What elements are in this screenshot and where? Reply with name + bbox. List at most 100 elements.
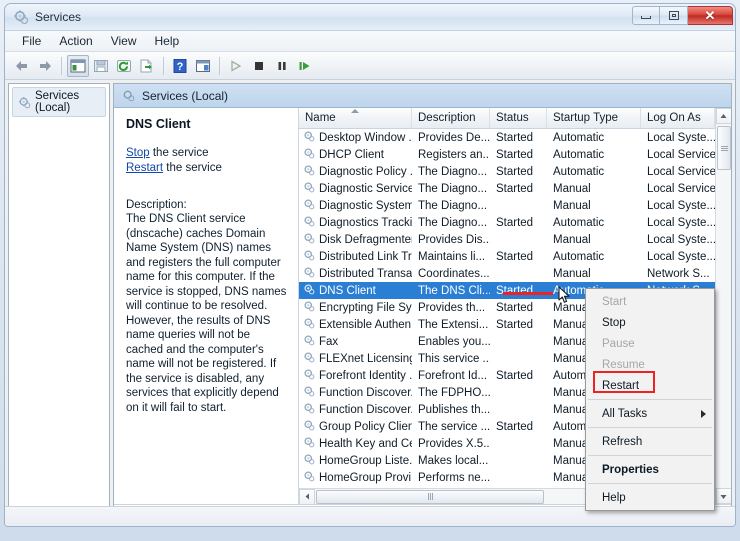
cell-text: Diagnostic System...: [319, 199, 412, 212]
menu-bar: File Action View Help: [5, 31, 735, 52]
cell-service-startup-type: Automatic: [553, 131, 605, 144]
context-menu-item-refresh[interactable]: Refresh: [586, 431, 714, 452]
context-menu-item-label: Refresh: [602, 435, 643, 448]
cell-text: Health Key and Ce...: [319, 437, 412, 450]
menu-view[interactable]: View: [102, 32, 146, 50]
cell-service-description: Enables you...: [418, 335, 490, 348]
cell-text: Distributed Transa...: [319, 267, 412, 280]
minimize-button[interactable]: [632, 6, 660, 25]
context-menu-item-stop[interactable]: Stop: [586, 312, 714, 333]
refresh-icon[interactable]: [113, 55, 135, 77]
cell-text: HomeGroup Liste...: [319, 454, 412, 467]
close-icon: ✕: [704, 8, 716, 23]
cell-text: Distributed Link Tr...: [319, 250, 412, 263]
tree-node-services-local[interactable]: Services (Local): [12, 87, 106, 117]
service-gear-icon: [303, 402, 315, 417]
cell-service-description: The service ...: [418, 420, 490, 433]
cell-text: Desktop Window ...: [319, 131, 412, 144]
stop-service-icon[interactable]: [248, 55, 270, 77]
cell-service-description: Publishes th...: [418, 403, 490, 416]
show-hide-tree-icon[interactable]: [67, 54, 89, 77]
vertical-scroll-thumb[interactable]: [717, 126, 731, 170]
cell-service-name: Distributed Link Tr...: [299, 249, 412, 264]
cell-service-description: Provides Dis...: [418, 233, 490, 246]
table-row[interactable]: Desktop Window ... Provides De... Started A…: [299, 129, 715, 146]
cell-text: Function Discover...: [319, 386, 412, 399]
stop-service-link[interactable]: Stop: [126, 147, 150, 159]
cell-service-startup-type: Automatic: [553, 148, 605, 161]
start-service-icon[interactable]: [225, 55, 247, 77]
scroll-up-button[interactable]: [715, 108, 731, 124]
cell-text: Disk Defragmenter: [319, 233, 412, 246]
cell-service-name: Function Discover...: [299, 385, 412, 400]
context-menu-item-resume: Resume: [586, 354, 714, 375]
service-gear-icon: [303, 249, 315, 264]
forward-icon[interactable]: [34, 55, 56, 77]
context-menu-item-label: Start: [602, 295, 627, 308]
context-menu-separator: [588, 455, 712, 456]
cell-service-description: Performs ne...: [418, 471, 490, 484]
table-row[interactable]: Diagnostic System... The Diagno... Manual L…: [299, 197, 715, 214]
context-menu-item-all-tasks[interactable]: All Tasks: [586, 403, 714, 424]
maximize-button[interactable]: [660, 6, 688, 25]
restart-service-link[interactable]: Restart: [126, 162, 163, 174]
restart-service-suffix: the service: [163, 162, 222, 174]
cell-service-name: Diagnostic Service...: [299, 181, 412, 196]
context-menu-item-pause: Pause: [586, 333, 714, 354]
service-gear-icon: [303, 317, 315, 332]
table-row[interactable]: Diagnostic Policy ... The Diagno... Starte…: [299, 163, 715, 180]
save-icon[interactable]: [90, 55, 112, 77]
cell-service-status: Started: [496, 369, 534, 382]
context-menu-item-restart[interactable]: Restart: [586, 375, 714, 396]
table-row[interactable]: DHCP Client Registers an... Started Automat…: [299, 146, 715, 163]
cell-service-description: The FDPHO...: [418, 386, 490, 399]
column-header-startup-type[interactable]: Startup Type: [547, 108, 641, 128]
table-row[interactable]: Distributed Transa... Coordinates... Manua…: [299, 265, 715, 282]
context-menu-item-properties[interactable]: Properties: [586, 459, 714, 480]
cell-text: HomeGroup Provi...: [319, 471, 412, 484]
vertical-scrollbar[interactable]: [715, 108, 731, 504]
menu-file[interactable]: File: [13, 32, 50, 50]
cell-text: DNS Client: [319, 284, 376, 297]
column-header-log-on-as[interactable]: Log On As: [641, 108, 715, 128]
column-header-status[interactable]: Status: [490, 108, 547, 128]
cell-service-name: Distributed Transa...: [299, 266, 412, 281]
menu-help[interactable]: Help: [146, 32, 189, 50]
table-row[interactable]: Diagnostics Tracki... The Diagno... Starte…: [299, 214, 715, 231]
restart-service-icon[interactable]: [294, 55, 316, 77]
service-gear-icon: [303, 385, 315, 400]
help-icon[interactable]: ?: [169, 55, 191, 77]
service-gear-icon: [303, 215, 315, 230]
service-gear-icon: [303, 300, 315, 315]
scroll-left-button[interactable]: [299, 488, 315, 504]
properties-icon[interactable]: [192, 55, 214, 77]
table-row[interactable]: Disk Defragmenter Provides Dis... Manual Lo…: [299, 231, 715, 248]
cell-service-description: Forefront Id...: [418, 369, 488, 382]
cell-text: DHCP Client: [319, 148, 384, 161]
service-gear-icon: [303, 436, 315, 451]
cell-service-description: Provides th...: [418, 301, 486, 314]
column-header-name[interactable]: Name: [299, 108, 412, 128]
cell-service-log-on-as: Local Syste...: [647, 131, 715, 144]
cell-service-status: Started: [496, 216, 534, 229]
services-gear-icon: [13, 9, 29, 25]
close-button[interactable]: ✕: [688, 6, 733, 25]
stop-service-action: Stop the service: [126, 146, 288, 161]
service-context-menu: Start Stop Pause Resume Restart All Tasks Refr…: [585, 288, 715, 511]
export-list-icon[interactable]: [136, 55, 158, 77]
table-row[interactable]: Diagnostic Service... The Diagno... Starte…: [299, 180, 715, 197]
column-header-description[interactable]: Description: [412, 108, 490, 128]
table-row[interactable]: Distributed Link Tr... Maintains li... Sta…: [299, 248, 715, 265]
horizontal-scroll-thumb[interactable]: [316, 489, 544, 504]
cell-service-name: Diagnostic System...: [299, 198, 412, 213]
back-icon[interactable]: [11, 55, 33, 77]
cell-service-log-on-as: Local Syste...: [647, 233, 715, 246]
context-menu-item-help[interactable]: Help: [586, 487, 714, 508]
cell-service-startup-type: Manual: [553, 182, 591, 195]
screen: Services ✕ File Action View Help ? Servi…: [0, 0, 740, 541]
menu-action[interactable]: Action: [50, 32, 101, 50]
context-menu-separator: [588, 399, 712, 400]
pause-service-icon[interactable]: [271, 55, 293, 77]
cell-text: Function Discover...: [319, 403, 412, 416]
scroll-down-button[interactable]: [715, 488, 731, 504]
